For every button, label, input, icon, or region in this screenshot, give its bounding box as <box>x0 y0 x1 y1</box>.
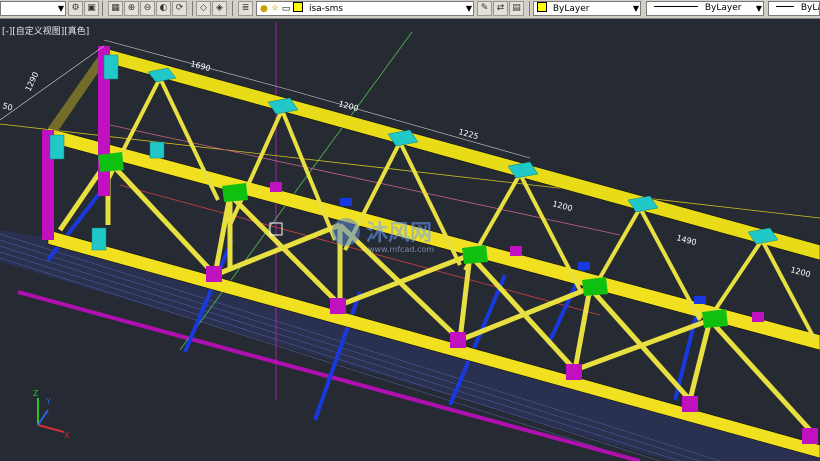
ucs-icon: Z Y X <box>33 389 70 440</box>
dimension-label: 1290 <box>24 71 41 93</box>
model-viewport[interactable]: 1690 1200 1225 1200 1490 1200 1290 50 沐风… <box>0 0 820 461</box>
ucs-z-label: Z <box>33 389 39 398</box>
watermark-logo-icon <box>332 218 360 246</box>
watermark-brand: 沐风网 <box>366 221 432 246</box>
dimension-label: 1200 <box>789 265 811 279</box>
ucs-x-label: X <box>64 431 70 440</box>
watermark-url: www.mfcad.com <box>368 245 434 254</box>
dimension-label: 1490 <box>675 233 697 247</box>
dimension-label: 1200 <box>551 199 573 213</box>
dimension-label: 1225 <box>457 127 479 141</box>
ucs-y-label: Y <box>45 397 51 406</box>
dimension-label: 1200 <box>337 99 359 113</box>
dimension-label: 50 <box>1 101 13 112</box>
dimension-label: 1690 <box>189 59 211 73</box>
